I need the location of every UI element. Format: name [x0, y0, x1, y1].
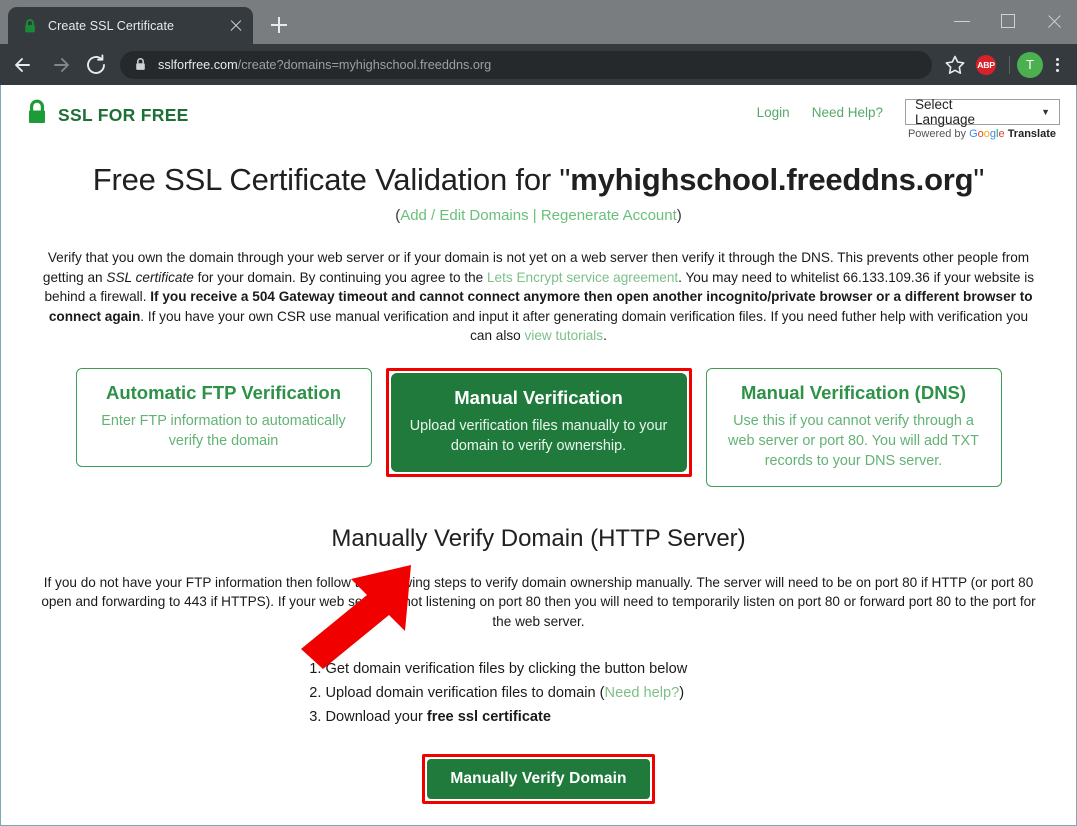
manually-verify-domain-button[interactable]: Manually Verify Domain: [427, 759, 650, 799]
header-nav: Login Need Help? Select Language ▼: [757, 97, 1060, 127]
list-item: Upload domain verification files to doma…: [326, 681, 774, 705]
powered-by-label: Powered by: [907, 128, 967, 140]
regenerate-account-link[interactable]: Regenerate Account: [541, 207, 677, 224]
verification-options: Automatic FTP Verification Enter FTP inf…: [1, 367, 1076, 487]
highlight-box-verify-button: Manually Verify Domain: [422, 754, 655, 804]
link-divider: |: [528, 207, 541, 224]
option-manual-verification-dns[interactable]: Manual Verification (DNS) Use this if yo…: [705, 367, 1002, 487]
translate-label: Translate: [1007, 128, 1056, 140]
site-brand-text: SSL FOR FREE: [58, 104, 189, 125]
address-bar[interactable]: sslforfree.com/create?domains=myhighscho…: [120, 50, 932, 79]
header-right: Login Need Help? Select Language ▼ Power…: [757, 97, 1060, 140]
option-title: Automatic FTP Verification: [105, 381, 342, 403]
option-description: Use this if you cannot verify through a …: [728, 412, 979, 469]
reload-icon[interactable]: [78, 47, 114, 83]
add-edit-domains-link[interactable]: Add / Edit Domains: [400, 207, 528, 224]
forward-icon[interactable]: [42, 47, 78, 83]
verify-button-row: Manually Verify Domain: [1, 754, 1076, 804]
site-header: SSL FOR FREE Login Need Help? Select Lan…: [1, 85, 1076, 140]
option-manual-verification[interactable]: Manual Verification Upload verification …: [390, 372, 687, 472]
page-title-suffix: ": [973, 162, 985, 197]
page-title: Free SSL Certificate Validation for "myh…: [1, 162, 1076, 198]
chrome-menu-icon[interactable]: [1043, 51, 1071, 79]
google-wordmark: Google: [969, 128, 1005, 140]
subtitle-links: (Add / Edit Domains | Regenerate Account…: [1, 207, 1076, 224]
need-help-step-link[interactable]: Need help?: [605, 685, 680, 701]
option-title: Manual Verification: [454, 386, 623, 408]
intro-paragraph: Verify that you own the domain through y…: [39, 248, 1039, 346]
step-2-suffix: ): [679, 685, 685, 701]
highlight-box-manual-verification: Manual Verification Upload verification …: [385, 367, 692, 477]
close-paren: ): [676, 207, 682, 224]
powered-by-google-translate: Powered by Google Translate: [908, 128, 1060, 140]
section-title: Manually Verify Domain (HTTP Server): [331, 524, 746, 552]
url-domain: sslforfree.com: [158, 57, 238, 72]
page-title-prefix: Free SSL Certificate Validation for ": [92, 162, 571, 197]
browser-tab[interactable]: Create SSL Certificate: [8, 7, 253, 44]
url-path: /create?domains=myhighschool.freeddns.or…: [237, 57, 492, 72]
intro-emphasis: SSL certificate: [106, 269, 194, 285]
login-link[interactable]: Login: [757, 105, 790, 120]
lock-icon: [22, 18, 38, 34]
minimize-button[interactable]: [939, 0, 985, 44]
close-icon[interactable]: [227, 17, 245, 35]
tab-title: Create SSL Certificate: [48, 18, 175, 33]
browser-toolbar: sslforfree.com/create?domains=myhighscho…: [0, 44, 1077, 85]
step-2-text: Upload domain verification files to doma…: [325, 685, 605, 701]
need-help-link[interactable]: Need Help?: [812, 105, 883, 120]
chevron-down-icon: ▼: [1041, 107, 1050, 117]
intro-text-2: for your domain. By continuing you agree…: [193, 269, 487, 285]
step-3-text: Download your: [325, 709, 427, 725]
new-tab-button[interactable]: [265, 11, 293, 39]
list-item: Download your free ssl certificate: [326, 705, 774, 729]
back-icon[interactable]: [6, 47, 42, 83]
address-bar-url: sslforfree.com/create?domains=myhighscho…: [158, 58, 491, 72]
toolbar-divider: [1009, 55, 1010, 74]
option-description: Upload verification files manually to yo…: [409, 417, 668, 454]
avatar[interactable]: T: [1017, 51, 1043, 78]
maximize-button[interactable]: [985, 0, 1031, 44]
section-paragraph: If you do not have your FTP information …: [41, 574, 1036, 629]
page-content: SSL FOR FREE Login Need Help? Select Lan…: [0, 85, 1077, 826]
close-window-button[interactable]: [1031, 0, 1077, 44]
view-tutorials-link[interactable]: view tutorials: [525, 328, 604, 343]
site-secure-lock-icon: [134, 57, 147, 72]
browser-window: Create SSL Certificate sslforfree.com/cr…: [0, 0, 1077, 826]
language-select-value: Select Language: [915, 97, 976, 127]
site-logo[interactable]: SSL FOR FREE: [25, 99, 189, 131]
padlock-logo-icon: [25, 99, 49, 131]
steps-list: Get domain verification files by clickin…: [304, 657, 774, 729]
step-3-bold: free ssl certificate: [426, 709, 552, 725]
page-title-domain: myhighschool.freeddns.org: [570, 162, 974, 197]
window-controls: [939, 0, 1077, 44]
option-description: Enter FTP information to automatically v…: [101, 412, 346, 449]
option-title: Manual Verification (DNS): [740, 381, 967, 403]
intro-text-5: .: [603, 328, 607, 343]
adblock-plus-icon[interactable]: ABP: [976, 54, 996, 75]
tab-strip: Create SSL Certificate: [0, 0, 1077, 44]
step-1-text: Get domain verification files by clickin…: [325, 661, 688, 677]
lets-encrypt-agreement-link[interactable]: Lets Encrypt service agreement: [487, 270, 678, 285]
language-select[interactable]: Select Language ▼: [905, 97, 1060, 127]
list-item: Get domain verification files by clickin…: [326, 657, 774, 681]
bookmark-star-icon[interactable]: [940, 50, 970, 80]
option-automatic-ftp-verification[interactable]: Automatic FTP Verification Enter FTP inf…: [75, 367, 372, 467]
